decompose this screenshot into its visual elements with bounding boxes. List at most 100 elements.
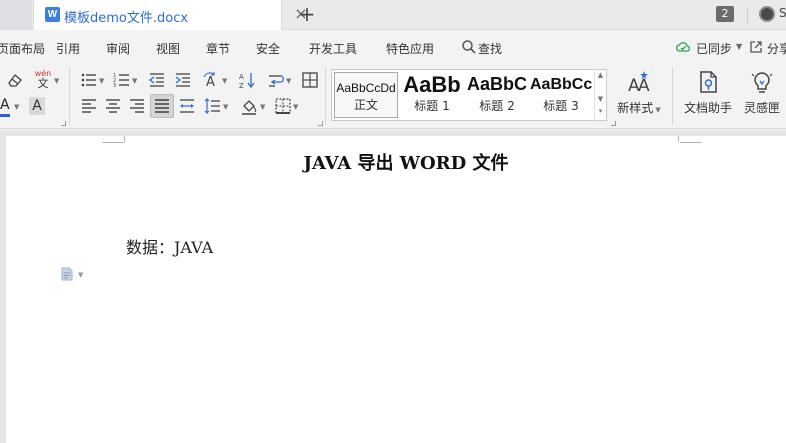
menu-find[interactable]: 查找 — [478, 40, 502, 57]
paragraph-dialog-launcher-icon[interactable] — [318, 121, 323, 126]
document-tab[interactable]: W 模板demo文件.docx × — [33, 0, 308, 30]
doc-assistant-button[interactable]: 文档助手 — [680, 69, 736, 116]
eraser-icon[interactable] — [6, 71, 24, 89]
style-heading-1[interactable]: AaBb 标题 1 — [400, 72, 464, 118]
styles-dialog-launcher-icon[interactable] — [611, 121, 616, 126]
align-right-icon[interactable] — [128, 97, 146, 115]
menu-view[interactable]: 视图 — [156, 40, 180, 57]
scroll-down-icon[interactable]: ▼ — [595, 93, 606, 105]
avatar[interactable] — [759, 6, 775, 22]
style-name: 标题 1 — [414, 99, 450, 113]
phonetic-guide-icon[interactable]: wén 文 — [34, 69, 52, 89]
wps-writer-icon: W — [45, 7, 60, 22]
style-name: 标题 3 — [543, 99, 579, 113]
style-sample: AaBbCcDd — [336, 81, 396, 95]
menu-bar: 页面布局 引用 审阅 视图 章节 安全 开发工具 特色应用 查找 已同步 ▼ 分… — [0, 31, 786, 63]
inspiration-button[interactable]: 灵感匣 — [740, 69, 784, 116]
svg-text:3: 3 — [113, 83, 116, 89]
share-icon[interactable] — [749, 40, 763, 54]
sort-icon[interactable]: AZ — [239, 71, 257, 90]
doc-assistant-icon — [695, 69, 721, 95]
shading-fill-icon[interactable] — [240, 97, 258, 115]
svg-text:Z: Z — [239, 82, 244, 89]
document-canvas: JAVA 导出 WORD 文件 数据：JAVA ▼ — [0, 130, 786, 443]
chevron-down-icon[interactable]: ▼ — [78, 271, 83, 279]
chevron-down-icon: ▼ — [653, 106, 661, 114]
increase-indent-icon[interactable] — [174, 71, 192, 89]
chevron-down-icon[interactable]: ▼ — [99, 77, 104, 85]
search-icon[interactable] — [461, 39, 477, 55]
divider — [69, 67, 70, 125]
menu-section[interactable]: 章节 — [206, 40, 230, 57]
menu-special-apps[interactable]: 特色应用 — [386, 40, 434, 57]
menu-security[interactable]: 安全 — [256, 40, 280, 57]
menu-page-layout[interactable]: 页面布局 — [0, 40, 45, 57]
style-name: 标题 2 — [479, 99, 515, 113]
style-heading-3[interactable]: AaBbCc 标题 3 — [530, 72, 592, 118]
share-button[interactable]: 分享 — [767, 40, 786, 57]
tab-bar: W 模板demo文件.docx × + 2 S — [0, 0, 786, 30]
menu-references[interactable]: 引用 — [56, 40, 80, 57]
justify-icon — [153, 97, 171, 115]
style-heading-2[interactable]: AaBbC 标题 2 — [466, 72, 528, 118]
style-sample: AaBbCc — [530, 76, 592, 93]
svg-text:A: A — [239, 73, 244, 81]
decrease-indent-icon[interactable] — [148, 71, 166, 89]
paragraph-handle-icon[interactable] — [60, 267, 74, 281]
chevron-down-icon[interactable]: ▼ — [223, 103, 228, 111]
borders-icon[interactable] — [274, 97, 292, 115]
phonetic-char-icon: 文 — [37, 77, 49, 90]
sync-status[interactable]: 已同步 — [696, 40, 732, 57]
chevron-down-icon[interactable]: ▼ — [132, 77, 137, 85]
svg-text:A: A — [206, 75, 215, 89]
font-color-letter-icon: A — [0, 97, 10, 113]
gallery-expand-icon[interactable]: ▾ — [595, 105, 606, 117]
crop-mark — [124, 136, 125, 142]
menu-review[interactable]: 审阅 — [106, 40, 130, 57]
text-direction-icon[interactable] — [267, 71, 285, 89]
font-color-icon[interactable]: A — [0, 97, 14, 117]
tab-stub[interactable] — [0, 0, 32, 30]
font-color-bar — [0, 114, 10, 117]
divider — [325, 67, 326, 125]
font-dialog-launcher-icon[interactable] — [61, 121, 66, 126]
style-name: 正文 — [353, 98, 378, 112]
style-gallery-scroll[interactable]: ▲ ▼ ▾ — [594, 69, 606, 121]
scroll-up-icon[interactable]: ▲ — [595, 69, 606, 81]
user-name[interactable]: S — [779, 6, 786, 20]
divider — [747, 7, 748, 23]
chevron-down-icon[interactable]: ▼ — [222, 77, 227, 85]
style-normal[interactable]: AaBbCcDd 正文 — [334, 72, 398, 118]
chevron-down-icon[interactable]: ▼ — [293, 103, 298, 111]
chevron-down-icon[interactable]: ▼ — [54, 77, 59, 85]
menu-developer-tools[interactable]: 开发工具 — [309, 40, 357, 57]
justify-button[interactable] — [150, 94, 174, 118]
lightbulb-icon — [749, 69, 775, 95]
new-style-label: 新样式 — [617, 101, 654, 115]
ribbon-toolbar: wén 文 ▼ A ▼ A ▼ 123 ▼ A ▼ AZ ▼ ▼ ▼ ▼ AaB… — [0, 63, 786, 129]
distributed-align-icon[interactable] — [178, 97, 196, 115]
document-title[interactable]: JAVA 导出 WORD 文件 — [6, 149, 786, 175]
chevron-down-icon[interactable]: ▼ — [260, 103, 265, 111]
window-count-badge[interactable]: 2 — [716, 6, 734, 22]
style-sample: AaBb — [403, 72, 461, 97]
chevron-down-icon[interactable]: ▼ — [14, 103, 19, 111]
chevron-down-icon[interactable]: ▼ — [286, 77, 291, 85]
cloud-sync-icon[interactable] — [675, 40, 691, 54]
numbered-list-icon[interactable]: 123 — [113, 71, 131, 89]
style-gallery: AaBbCcDd 正文 AaBb 标题 1 AaBbC 标题 2 AaBbCc … — [331, 69, 607, 121]
align-center-icon[interactable] — [104, 97, 122, 115]
document-paragraph[interactable]: 数据：JAVA — [126, 234, 213, 258]
chevron-down-icon[interactable]: ▼ — [736, 42, 742, 51]
document-page[interactable]: JAVA 导出 WORD 文件 数据：JAVA ▼ — [6, 136, 786, 443]
character-shading-icon[interactable]: A — [29, 97, 45, 115]
align-left-icon[interactable] — [80, 97, 98, 115]
table-grid-icon[interactable] — [301, 71, 319, 89]
doc-assistant-label: 文档助手 — [683, 101, 732, 115]
inspiration-label: 灵感匣 — [743, 101, 780, 115]
new-style-button[interactable]: AA 新样式 ▼ — [613, 69, 665, 116]
bullet-list-icon[interactable] — [80, 71, 98, 89]
line-spacing-icon[interactable] — [204, 97, 222, 115]
new-tab-button[interactable]: + — [296, 3, 318, 25]
change-case-icon[interactable]: A — [203, 71, 221, 90]
